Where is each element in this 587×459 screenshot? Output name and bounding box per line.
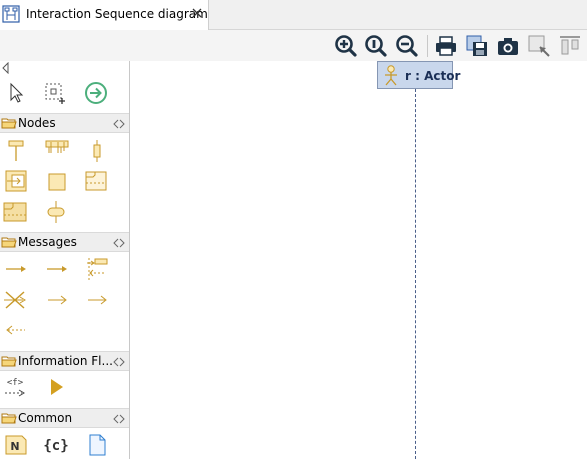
snapshot-icon[interactable]	[496, 34, 520, 58]
tab-interaction-sequence-diagram[interactable]: Interaction Sequence diagram	[0, 0, 209, 30]
sequence-diagram-icon	[2, 5, 20, 23]
lifeline-dashed-line	[415, 89, 416, 459]
multi-lifeline-icon[interactable]	[45, 139, 69, 163]
combined-fragment-icon[interactable]	[84, 169, 108, 193]
toolbar-separator	[427, 35, 428, 57]
interaction-use-icon[interactable]	[4, 169, 28, 193]
palette-group-messages[interactable]: Messages	[0, 232, 129, 252]
activation-icon[interactable]	[85, 139, 109, 163]
constraint-icon[interactable]: {c}	[44, 433, 68, 457]
folder-icon	[1, 117, 17, 129]
svg-text:<f>: <f>	[7, 378, 24, 388]
palette-group-common[interactable]: Common	[0, 408, 129, 428]
palette-group-nodes[interactable]: Nodes	[0, 113, 129, 133]
lifeline-icon[interactable]	[5, 139, 29, 163]
async-message-icon[interactable]	[45, 257, 69, 281]
diagram-canvas[interactable]: r : Actor	[130, 61, 587, 459]
select-area-icon[interactable]	[527, 34, 551, 58]
group-label: Common	[18, 411, 73, 425]
execution-box-icon[interactable]	[45, 170, 69, 194]
document-icon[interactable]	[85, 433, 109, 457]
note-icon[interactable]: N	[4, 433, 28, 457]
svg-text:{c}: {c}	[44, 438, 68, 454]
group-toggle-icon[interactable]	[113, 237, 125, 248]
close-icon[interactable]	[191, 7, 203, 19]
tab-title: Interaction Sequence diagram	[26, 7, 208, 21]
lost-message-icon[interactable]	[85, 288, 109, 312]
fragment-icon[interactable]	[3, 200, 27, 224]
information-flow-icon[interactable]: <f>	[3, 375, 27, 399]
svg-text:N: N	[10, 440, 19, 453]
lifeline-label: r : Actor	[405, 69, 461, 83]
folder-icon	[1, 412, 17, 424]
diagram-toolbar	[0, 30, 587, 62]
select-arrow-icon[interactable]	[5, 81, 29, 105]
create-message-icon[interactable]	[85, 257, 109, 281]
align-top-icon[interactable]	[558, 34, 582, 58]
marquee-select-icon[interactable]	[43, 81, 67, 105]
group-toggle-icon[interactable]	[113, 413, 125, 424]
group-label: Nodes	[18, 116, 56, 130]
information-item-icon[interactable]	[44, 375, 68, 399]
state-invariant-icon[interactable]	[44, 200, 68, 224]
lifeline-actor-head[interactable]: r : Actor	[377, 61, 460, 89]
sync-message-icon[interactable]	[4, 257, 28, 281]
group-toggle-icon[interactable]	[113, 118, 125, 129]
group-label: Information Fl...	[18, 354, 113, 368]
destroy-message-icon[interactable]	[3, 288, 27, 312]
reply-message-icon[interactable]	[4, 318, 28, 342]
print-icon[interactable]	[434, 34, 458, 58]
palette-group-information-flows[interactable]: Information Fl...	[0, 351, 129, 371]
folder-icon	[1, 236, 17, 248]
folder-icon	[1, 355, 17, 367]
tool-palette: Nodes Messages Information Fl... <f> Com…	[0, 61, 130, 459]
group-label: Messages	[18, 235, 77, 249]
zoom-reset-icon[interactable]	[364, 34, 388, 58]
group-toggle-icon[interactable]	[113, 356, 125, 367]
actor-icon	[383, 65, 399, 87]
go-to-icon[interactable]	[84, 81, 108, 105]
tab-bar: Interaction Sequence diagram	[0, 0, 587, 30]
collapse-palette-icon[interactable]	[1, 61, 11, 75]
save-image-icon[interactable]	[465, 34, 489, 58]
zoom-in-icon[interactable]	[334, 34, 358, 58]
zoom-out-icon[interactable]	[395, 34, 419, 58]
found-message-icon[interactable]	[45, 288, 69, 312]
